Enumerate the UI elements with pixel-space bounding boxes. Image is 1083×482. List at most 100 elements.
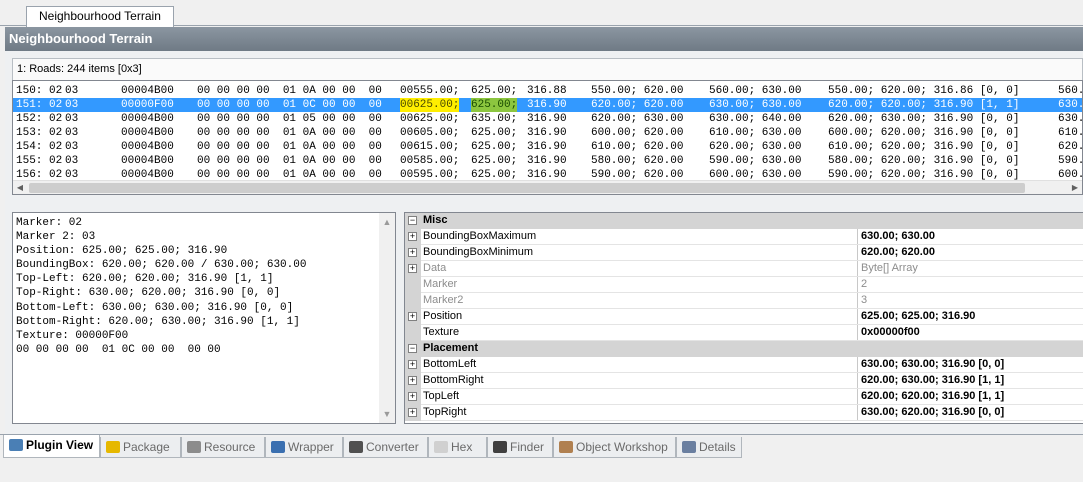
- scroll-right-arrow-icon[interactable]: ▶: [1068, 181, 1082, 194]
- list-row[interactable]: 152: 02 03 00004B00 00 00 00 00 01 05 00 00…: [13, 112, 1082, 126]
- property-value[interactable]: 620.00; 620.00; 316.90 [1, 1]: [859, 389, 1004, 404]
- property-row-boundingboxmaximum[interactable]: + BoundingBoxMaximum 630.00; 630.00: [405, 229, 1083, 245]
- scroll-up-arrow-icon[interactable]: ▲: [379, 215, 395, 229]
- tab-package[interactable]: Package: [100, 437, 181, 458]
- property-name: BottomRight: [422, 373, 858, 388]
- info-line: Position: 625.00; 625.00; 316.90: [16, 245, 228, 258]
- tab-wrapper[interactable]: Wrapper: [265, 437, 343, 458]
- expand-icon[interactable]: +: [408, 360, 417, 369]
- list-cell: 03: [65, 141, 79, 153]
- list-cell: 00625.00;: [400, 98, 460, 112]
- tab-label: Package: [123, 440, 170, 454]
- list-cell: 155: 02: [16, 155, 63, 167]
- tab-hex[interactable]: Hex: [428, 437, 487, 458]
- property-value[interactable]: 0x00000f00: [859, 325, 920, 340]
- list-cell: 590.0: [1058, 155, 1082, 167]
- list-cell: 150: 02: [16, 85, 63, 97]
- document-tab-neighbourhood-terrain[interactable]: Neighbourhood Terrain: [26, 6, 174, 27]
- roads-list[interactable]: 150: 02 03 00004B00 00 00 00 00 01 0A 00 00…: [12, 80, 1083, 195]
- list-row[interactable]: 154: 02 03 00004B00 00 00 00 00 01 0A 00 00…: [13, 140, 1082, 154]
- info-text-panel[interactable]: Marker: 02 Marker 2: 03 Position: 625.00; …: [12, 212, 396, 424]
- property-value[interactable]: 620.00; 630.00; 316.90 [1, 1]: [859, 373, 1004, 388]
- horizontal-scroll-thumb[interactable]: [29, 183, 1025, 193]
- details-icon: [682, 441, 696, 453]
- property-name: TopRight: [422, 405, 858, 420]
- property-name: TopLeft: [422, 389, 858, 404]
- list-cell: 590.00; 630.00: [709, 155, 802, 167]
- list-row[interactable]: 150: 02 03 00004B00 00 00 00 00 01 0A 00 00…: [13, 84, 1082, 98]
- property-value[interactable]: 630.00; 620.00; 316.90 [0, 0]: [859, 405, 1004, 420]
- property-row-bottomleft[interactable]: + BottomLeft 630.00; 630.00; 316.90 [0, 0]: [405, 357, 1083, 373]
- tab-resource[interactable]: Resource: [181, 437, 265, 458]
- property-gutter: +: [405, 309, 421, 325]
- list-cell: 316.90: [527, 127, 567, 139]
- property-category-misc[interactable]: − Misc: [405, 213, 1083, 229]
- list-row[interactable]: 155: 02 03 00004B00 00 00 00 00 01 0A 00 00…: [13, 154, 1082, 168]
- list-cell: 620.00; 620.00: [591, 99, 684, 111]
- list-cell: 00004B00: [121, 141, 174, 153]
- property-gutter: [405, 293, 421, 309]
- property-value[interactable]: 620.00; 620.00: [859, 245, 935, 260]
- property-row-position[interactable]: + Position 625.00; 625.00; 316.90: [405, 309, 1083, 325]
- tab-label: Plugin View: [26, 438, 94, 452]
- collapse-icon[interactable]: −: [408, 344, 417, 353]
- list-cell: 625.00;: [471, 127, 518, 139]
- property-category-placement[interactable]: − Placement: [405, 341, 1083, 357]
- list-cell: 620.0: [1058, 141, 1082, 153]
- list-cell: 610.0: [1058, 127, 1082, 139]
- tab-details[interactable]: Details: [676, 437, 742, 458]
- list-cell: 316.90: [527, 155, 567, 167]
- tab-label: Finder: [510, 440, 545, 454]
- list-cell: 316.90: [527, 141, 567, 153]
- expand-icon[interactable]: +: [408, 312, 417, 321]
- list-cell: 316.90: [527, 99, 567, 111]
- property-row-topright[interactable]: + TopRight 630.00; 620.00; 316.90 [0, 0]: [405, 405, 1083, 421]
- tab-object-workshop[interactable]: Object Workshop: [553, 437, 676, 458]
- vertical-scrollbar[interactable]: ▲ ▼: [379, 213, 395, 423]
- list-cell: 00615.00;: [400, 141, 460, 153]
- tab-label: Hex: [451, 440, 473, 454]
- property-row-data[interactable]: + Data Byte[] Array: [405, 261, 1083, 277]
- expand-icon[interactable]: +: [408, 376, 417, 385]
- category-label: Misc: [423, 214, 448, 226]
- expand-icon[interactable]: +: [408, 248, 417, 257]
- list-row[interactable]: 151: 02 03 00000F00 00 00 00 00 01 0C 00 00…: [13, 98, 1082, 112]
- expand-icon[interactable]: +: [408, 264, 417, 273]
- list-caption: 1: Roads: 244 items [0x3]: [12, 58, 1083, 80]
- expand-icon[interactable]: +: [408, 232, 417, 241]
- list-cell: 550.00; 620.00; 316.86 [0, 0]: [828, 85, 1020, 97]
- list-cell: 03: [65, 113, 79, 125]
- property-gutter: +: [405, 261, 421, 277]
- property-row-topleft[interactable]: + TopLeft 620.00; 620.00; 316.90 [1, 1]: [405, 389, 1083, 405]
- property-row-marker[interactable]: Marker 2: [405, 277, 1083, 293]
- scroll-left-arrow-icon[interactable]: ◀: [13, 181, 27, 194]
- list-cell: 620.00; 630.00: [591, 113, 684, 125]
- tab-plugin-view[interactable]: Plugin View: [3, 435, 100, 458]
- list-cell: 00625.00;: [400, 113, 460, 125]
- info-line: Bottom-Right: 620.00; 630.00; 316.90 [1,…: [16, 315, 300, 328]
- property-row-marker2[interactable]: Marker2 3: [405, 293, 1083, 309]
- info-line: Top-Right: 630.00; 620.00; 316.90 [0, 0]: [16, 287, 281, 300]
- property-value[interactable]: 625.00; 625.00; 316.90: [859, 309, 975, 324]
- tab-converter[interactable]: Converter: [343, 437, 428, 458]
- list-cell: 580.00; 620.00; 316.90 [0, 0]: [828, 155, 1020, 167]
- list-cell: 610.00; 620.00: [591, 141, 684, 153]
- list-cell: 550.00; 620.00: [591, 85, 684, 97]
- list-cell: 635.00;: [471, 113, 518, 125]
- tab-finder[interactable]: Finder: [487, 437, 553, 458]
- expand-icon[interactable]: +: [408, 408, 417, 417]
- property-row-boundingboxminimum[interactable]: + BoundingBoxMinimum 620.00; 620.00: [405, 245, 1083, 261]
- collapse-icon[interactable]: −: [408, 216, 417, 225]
- expand-icon[interactable]: +: [408, 392, 417, 401]
- property-row-texture[interactable]: Texture 0x00000f00: [405, 325, 1083, 341]
- list-row[interactable]: 153: 02 03 00004B00 00 00 00 00 01 0A 00 00…: [13, 126, 1082, 140]
- property-value[interactable]: 630.00; 630.00; 316.90 [0, 0]: [859, 357, 1004, 372]
- property-value[interactable]: 630.00; 630.00: [859, 229, 935, 244]
- property-grid[interactable]: − Misc + BoundingBoxMaximum 630.00; 630.00 + B…: [404, 212, 1083, 424]
- property-name: Position: [422, 309, 858, 324]
- property-row-bottomright[interactable]: + BottomRight 620.00; 630.00; 316.90 [1, 1…: [405, 373, 1083, 389]
- scroll-down-arrow-icon[interactable]: ▼: [379, 407, 395, 421]
- info-line: Top-Left: 620.00; 620.00; 316.90 [1, 1]: [16, 273, 274, 286]
- horizontal-scrollbar[interactable]: ◀ ▶: [13, 180, 1082, 194]
- list-cell: 153: 02: [16, 127, 63, 139]
